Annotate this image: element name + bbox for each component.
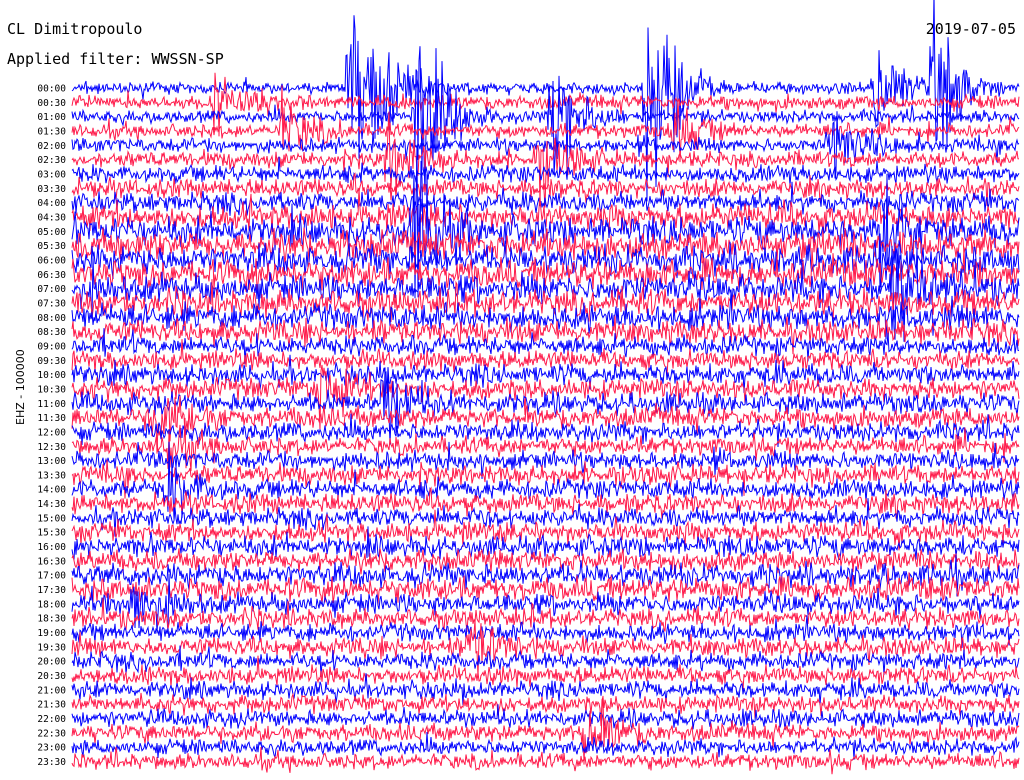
time-label: 02:00 <box>37 141 66 152</box>
time-label: 11:30 <box>37 413 66 424</box>
helicorder-chart: 00:00 00:30 01:00 01:30 02:00 02:30 03:00 03:30… <box>37 0 1020 775</box>
time-label: 06:30 <box>37 270 66 281</box>
time-label: 15:00 <box>37 513 66 524</box>
time-label: 05:00 <box>37 227 66 238</box>
time-label: 13:30 <box>37 470 66 481</box>
time-label: 16:00 <box>37 542 66 553</box>
time-label: 01:30 <box>37 126 66 137</box>
time-label: 21:00 <box>37 685 66 696</box>
time-label: 20:30 <box>37 671 66 682</box>
time-label: 06:00 <box>37 255 66 266</box>
time-label: 03:30 <box>37 184 66 195</box>
time-label: 20:00 <box>37 657 66 668</box>
time-label: 01:00 <box>37 112 66 123</box>
time-label: 22:00 <box>37 714 66 725</box>
time-label: 14:30 <box>37 499 66 510</box>
time-label: 19:00 <box>37 628 66 639</box>
time-label: 18:00 <box>37 599 66 610</box>
time-label: 16:30 <box>37 556 66 567</box>
trace-row-2100 <box>71 673 1020 706</box>
time-label: 21:30 <box>37 700 66 711</box>
time-label: 09:00 <box>37 341 66 352</box>
time-label: 22:30 <box>37 728 66 739</box>
time-label: 15:30 <box>37 528 66 539</box>
time-label: 02:30 <box>37 155 66 166</box>
time-label: 07:30 <box>37 298 66 309</box>
time-label: 19:30 <box>37 642 66 653</box>
time-label: 17:30 <box>37 585 66 596</box>
time-label: 08:30 <box>37 327 66 338</box>
time-label-group: 00:00 00:30 01:00 01:30 02:00 02:30 03:00 03:30… <box>37 84 66 769</box>
time-label: 04:30 <box>37 212 66 223</box>
time-label: 12:30 <box>37 442 66 453</box>
time-label: 18:30 <box>37 614 66 625</box>
time-label: 09:30 <box>37 356 66 367</box>
time-label: 13:00 <box>37 456 66 467</box>
time-label: 07:00 <box>37 284 66 295</box>
trace-group <box>71 0 1020 775</box>
time-label: 00:00 <box>37 84 66 95</box>
time-label: 23:00 <box>37 743 66 754</box>
time-label: 00:30 <box>37 98 66 109</box>
time-label: 11:00 <box>37 399 66 410</box>
time-label: 10:30 <box>37 384 66 395</box>
time-label: 08:00 <box>37 313 66 324</box>
time-label: 05:30 <box>37 241 66 252</box>
time-label: 17:00 <box>37 571 66 582</box>
time-label: 14:00 <box>37 485 66 496</box>
time-label: 03:00 <box>37 169 66 180</box>
time-label: 10:00 <box>37 370 66 381</box>
time-label: 12:00 <box>37 427 66 438</box>
time-label: 23:30 <box>37 757 66 768</box>
trace-row-1800 <box>71 573 1020 634</box>
time-label: 04:00 <box>37 198 66 209</box>
